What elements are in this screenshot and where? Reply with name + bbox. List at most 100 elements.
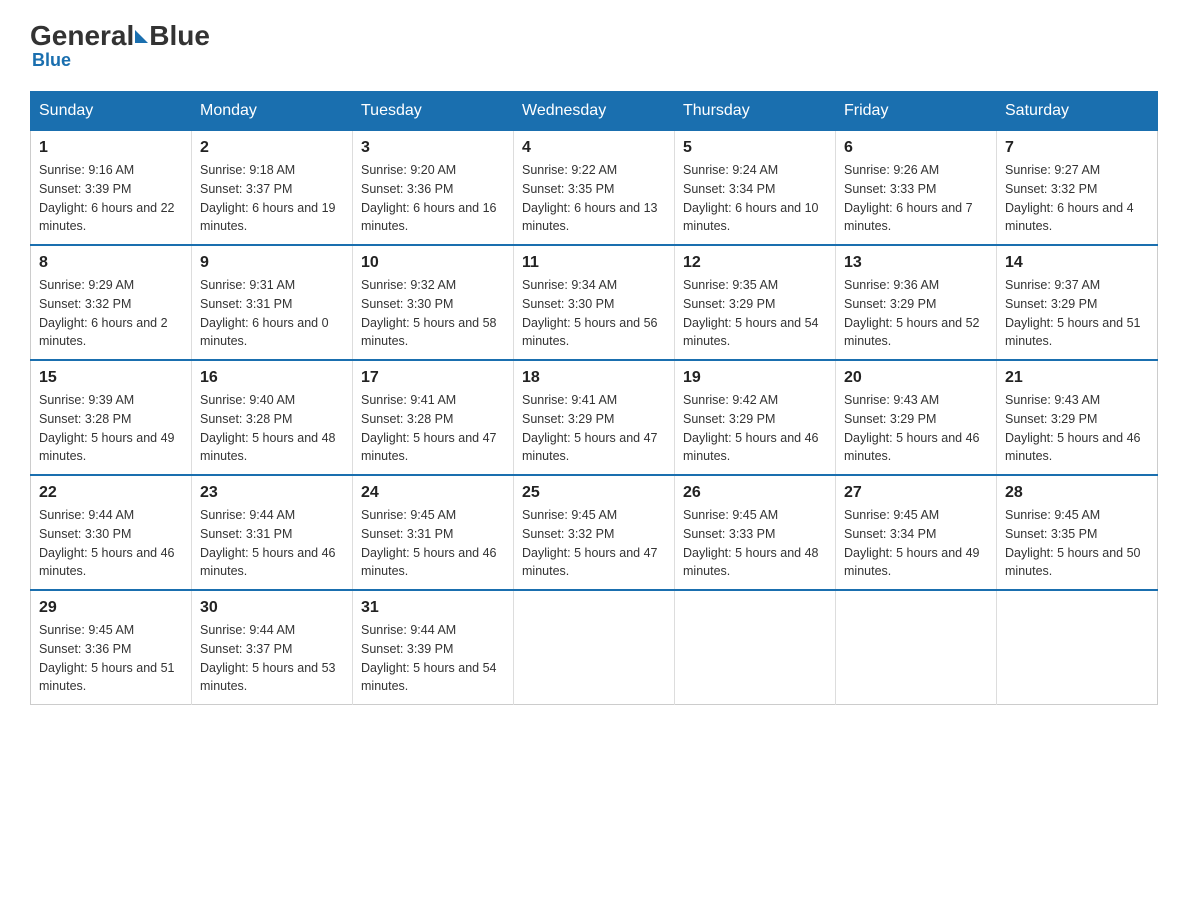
day-number: 12 <box>683 254 827 272</box>
day-number: 28 <box>1005 484 1149 502</box>
day-number: 10 <box>361 254 505 272</box>
day-info: Sunrise: 9:24 AMSunset: 3:34 PMDaylight:… <box>683 161 827 236</box>
day-number: 19 <box>683 369 827 387</box>
calendar-cell <box>675 590 836 705</box>
col-tuesday: Tuesday <box>353 92 514 131</box>
day-info: Sunrise: 9:45 AMSunset: 3:34 PMDaylight:… <box>844 506 988 581</box>
day-number: 1 <box>39 139 183 157</box>
col-wednesday: Wednesday <box>514 92 675 131</box>
logo-tagline: Blue <box>32 50 71 71</box>
day-info: Sunrise: 9:36 AMSunset: 3:29 PMDaylight:… <box>844 276 988 351</box>
day-info: Sunrise: 9:45 AMSunset: 3:32 PMDaylight:… <box>522 506 666 581</box>
day-number: 22 <box>39 484 183 502</box>
day-info: Sunrise: 9:45 AMSunset: 3:31 PMDaylight:… <box>361 506 505 581</box>
calendar-header-row: Sunday Monday Tuesday Wednesday Thursday… <box>31 92 1158 131</box>
day-number: 9 <box>200 254 344 272</box>
logo-arrow-icon <box>135 30 148 43</box>
day-number: 8 <box>39 254 183 272</box>
day-number: 31 <box>361 599 505 617</box>
day-number: 11 <box>522 254 666 272</box>
col-monday: Monday <box>192 92 353 131</box>
page-header: GeneralBlue Blue <box>30 20 1158 71</box>
day-number: 17 <box>361 369 505 387</box>
day-number: 14 <box>1005 254 1149 272</box>
logo: GeneralBlue Blue <box>30 20 210 71</box>
calendar-cell: 18 Sunrise: 9:41 AMSunset: 3:29 PMDaylig… <box>514 360 675 475</box>
day-number: 16 <box>200 369 344 387</box>
calendar-cell: 26 Sunrise: 9:45 AMSunset: 3:33 PMDaylig… <box>675 475 836 590</box>
day-info: Sunrise: 9:39 AMSunset: 3:28 PMDaylight:… <box>39 391 183 466</box>
day-info: Sunrise: 9:34 AMSunset: 3:30 PMDaylight:… <box>522 276 666 351</box>
day-number: 6 <box>844 139 988 157</box>
calendar-cell: 5 Sunrise: 9:24 AMSunset: 3:34 PMDayligh… <box>675 131 836 246</box>
calendar-week-row: 29 Sunrise: 9:45 AMSunset: 3:36 PMDaylig… <box>31 590 1158 705</box>
day-number: 5 <box>683 139 827 157</box>
day-info: Sunrise: 9:22 AMSunset: 3:35 PMDaylight:… <box>522 161 666 236</box>
day-number: 27 <box>844 484 988 502</box>
day-number: 23 <box>200 484 344 502</box>
calendar-cell: 31 Sunrise: 9:44 AMSunset: 3:39 PMDaylig… <box>353 590 514 705</box>
calendar-cell: 23 Sunrise: 9:44 AMSunset: 3:31 PMDaylig… <box>192 475 353 590</box>
day-info: Sunrise: 9:42 AMSunset: 3:29 PMDaylight:… <box>683 391 827 466</box>
day-info: Sunrise: 9:35 AMSunset: 3:29 PMDaylight:… <box>683 276 827 351</box>
day-number: 29 <box>39 599 183 617</box>
day-number: 15 <box>39 369 183 387</box>
day-info: Sunrise: 9:16 AMSunset: 3:39 PMDaylight:… <box>39 161 183 236</box>
calendar-cell: 13 Sunrise: 9:36 AMSunset: 3:29 PMDaylig… <box>836 245 997 360</box>
day-info: Sunrise: 9:44 AMSunset: 3:30 PMDaylight:… <box>39 506 183 581</box>
day-info: Sunrise: 9:18 AMSunset: 3:37 PMDaylight:… <box>200 161 344 236</box>
calendar-cell: 24 Sunrise: 9:45 AMSunset: 3:31 PMDaylig… <box>353 475 514 590</box>
day-info: Sunrise: 9:26 AMSunset: 3:33 PMDaylight:… <box>844 161 988 236</box>
calendar-cell: 9 Sunrise: 9:31 AMSunset: 3:31 PMDayligh… <box>192 245 353 360</box>
calendar-cell: 7 Sunrise: 9:27 AMSunset: 3:32 PMDayligh… <box>997 131 1158 246</box>
day-number: 2 <box>200 139 344 157</box>
day-info: Sunrise: 9:44 AMSunset: 3:31 PMDaylight:… <box>200 506 344 581</box>
day-info: Sunrise: 9:43 AMSunset: 3:29 PMDaylight:… <box>1005 391 1149 466</box>
day-number: 26 <box>683 484 827 502</box>
calendar-cell: 19 Sunrise: 9:42 AMSunset: 3:29 PMDaylig… <box>675 360 836 475</box>
day-number: 21 <box>1005 369 1149 387</box>
calendar-cell: 4 Sunrise: 9:22 AMSunset: 3:35 PMDayligh… <box>514 131 675 246</box>
calendar-table: Sunday Monday Tuesday Wednesday Thursday… <box>30 91 1158 705</box>
calendar-week-row: 15 Sunrise: 9:39 AMSunset: 3:28 PMDaylig… <box>31 360 1158 475</box>
day-number: 30 <box>200 599 344 617</box>
day-info: Sunrise: 9:20 AMSunset: 3:36 PMDaylight:… <box>361 161 505 236</box>
calendar-cell: 21 Sunrise: 9:43 AMSunset: 3:29 PMDaylig… <box>997 360 1158 475</box>
day-number: 25 <box>522 484 666 502</box>
day-info: Sunrise: 9:45 AMSunset: 3:35 PMDaylight:… <box>1005 506 1149 581</box>
calendar-cell: 16 Sunrise: 9:40 AMSunset: 3:28 PMDaylig… <box>192 360 353 475</box>
day-info: Sunrise: 9:41 AMSunset: 3:29 PMDaylight:… <box>522 391 666 466</box>
day-number: 4 <box>522 139 666 157</box>
calendar-cell: 29 Sunrise: 9:45 AMSunset: 3:36 PMDaylig… <box>31 590 192 705</box>
day-info: Sunrise: 9:32 AMSunset: 3:30 PMDaylight:… <box>361 276 505 351</box>
calendar-cell: 15 Sunrise: 9:39 AMSunset: 3:28 PMDaylig… <box>31 360 192 475</box>
calendar-cell: 6 Sunrise: 9:26 AMSunset: 3:33 PMDayligh… <box>836 131 997 246</box>
day-info: Sunrise: 9:44 AMSunset: 3:39 PMDaylight:… <box>361 621 505 696</box>
day-number: 13 <box>844 254 988 272</box>
calendar-cell: 1 Sunrise: 9:16 AMSunset: 3:39 PMDayligh… <box>31 131 192 246</box>
calendar-cell <box>514 590 675 705</box>
day-number: 20 <box>844 369 988 387</box>
day-info: Sunrise: 9:31 AMSunset: 3:31 PMDaylight:… <box>200 276 344 351</box>
day-number: 3 <box>361 139 505 157</box>
col-sunday: Sunday <box>31 92 192 131</box>
calendar-cell: 2 Sunrise: 9:18 AMSunset: 3:37 PMDayligh… <box>192 131 353 246</box>
calendar-cell: 10 Sunrise: 9:32 AMSunset: 3:30 PMDaylig… <box>353 245 514 360</box>
calendar-cell: 25 Sunrise: 9:45 AMSunset: 3:32 PMDaylig… <box>514 475 675 590</box>
calendar-week-row: 8 Sunrise: 9:29 AMSunset: 3:32 PMDayligh… <box>31 245 1158 360</box>
calendar-cell <box>997 590 1158 705</box>
day-info: Sunrise: 9:45 AMSunset: 3:36 PMDaylight:… <box>39 621 183 696</box>
day-info: Sunrise: 9:40 AMSunset: 3:28 PMDaylight:… <box>200 391 344 466</box>
day-info: Sunrise: 9:41 AMSunset: 3:28 PMDaylight:… <box>361 391 505 466</box>
calendar-cell: 8 Sunrise: 9:29 AMSunset: 3:32 PMDayligh… <box>31 245 192 360</box>
logo-general-text: General <box>30 20 134 52</box>
logo-blue-word: Blue <box>149 20 210 52</box>
day-info: Sunrise: 9:29 AMSunset: 3:32 PMDaylight:… <box>39 276 183 351</box>
day-number: 18 <box>522 369 666 387</box>
calendar-cell: 22 Sunrise: 9:44 AMSunset: 3:30 PMDaylig… <box>31 475 192 590</box>
day-info: Sunrise: 9:37 AMSunset: 3:29 PMDaylight:… <box>1005 276 1149 351</box>
calendar-cell <box>836 590 997 705</box>
col-thursday: Thursday <box>675 92 836 131</box>
day-info: Sunrise: 9:43 AMSunset: 3:29 PMDaylight:… <box>844 391 988 466</box>
calendar-cell: 28 Sunrise: 9:45 AMSunset: 3:35 PMDaylig… <box>997 475 1158 590</box>
